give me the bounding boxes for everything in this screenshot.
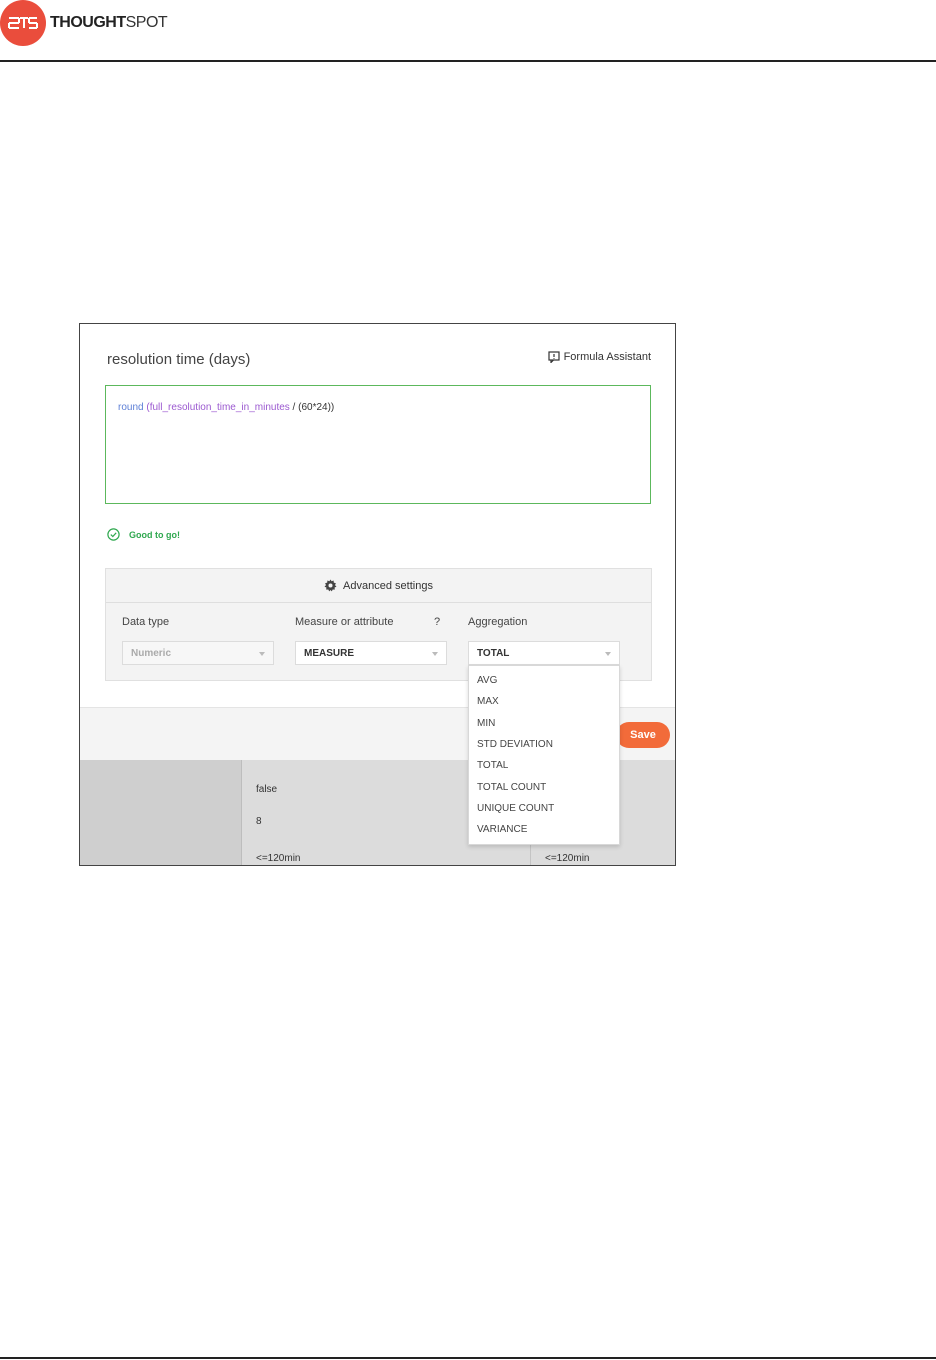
measure-help-icon[interactable]: ?	[434, 616, 440, 628]
logo-brand-bold: THOUGHT	[50, 14, 126, 31]
thoughtspot-logo: THOUGHTSPOT	[0, 0, 168, 46]
logo-mark-icon	[0, 0, 46, 46]
formula-column: full_resolution_time_in_minutes	[149, 402, 290, 413]
formula-assistant-label: Formula Assistant	[563, 351, 651, 363]
measure-attribute-select[interactable]: MEASURE	[295, 641, 447, 665]
measure-attribute-value: MEASURE	[304, 648, 355, 659]
formula-assistant-icon	[547, 351, 560, 363]
logo-wordmark: THOUGHTSPOT	[50, 14, 168, 32]
formula-rest: / (60*24))	[289, 402, 335, 413]
check-circle-icon	[107, 528, 120, 541]
aggregation-option[interactable]: TOTAL COUNT	[477, 782, 546, 793]
gear-icon	[324, 579, 337, 592]
table-cell: <=120min	[256, 853, 301, 864]
chevron-down-icon	[259, 652, 265, 656]
aggregation-option[interactable]: STD DEVIATION	[477, 739, 553, 750]
aggregation-option[interactable]: MAX	[477, 696, 499, 707]
header-rule	[0, 60, 936, 62]
table-cell: <=120min	[545, 853, 590, 864]
data-type-select[interactable]: Numeric	[122, 641, 274, 665]
logo-brand-light: SPOT	[125, 14, 168, 31]
save-button[interactable]: Save	[616, 722, 670, 748]
advanced-settings-toggle[interactable]: Advanced settings	[106, 569, 651, 603]
table-cell: 8	[256, 816, 262, 827]
chevron-down-icon	[432, 652, 438, 656]
chevron-down-icon	[605, 652, 611, 656]
aggregation-option[interactable]: VARIANCE	[477, 824, 527, 835]
aggregation-value: TOTAL	[477, 648, 510, 659]
aggregation-option[interactable]: AVG	[477, 675, 497, 686]
data-type-label: Data type	[122, 616, 170, 628]
table-cell: false	[256, 784, 278, 795]
validation-status-text: Good to go!	[129, 529, 180, 540]
measure-attribute-label: Measure or attribute	[295, 616, 394, 628]
data-type-value: Numeric	[131, 648, 172, 659]
footer-rule	[0, 1357, 936, 1359]
formula-editor-input[interactable]: round (full_resolution_time_in_minutes /…	[105, 385, 651, 504]
formula-text: round (full_resolution_time_in_minutes /…	[118, 402, 334, 413]
aggregation-option[interactable]: TOTAL	[477, 760, 508, 771]
aggregation-label: Aggregation	[468, 616, 528, 628]
advanced-settings-label: Advanced settings	[343, 579, 433, 592]
formula-editor-screenshot: false 8 <=120min <=120min resolution tim…	[79, 323, 676, 866]
aggregation-option[interactable]: UNIQUE COUNT	[477, 803, 554, 814]
formula-function: round	[118, 402, 144, 413]
aggregation-option[interactable]: MIN	[477, 718, 495, 729]
aggregation-select[interactable]: TOTAL	[468, 641, 620, 665]
validation-status: Good to go!	[107, 528, 180, 541]
formula-assistant-button[interactable]: Formula Assistant	[547, 351, 651, 363]
aggregation-dropdown-menu: AVG MAX MIN STD DEVIATION TOTAL TOTAL CO…	[468, 665, 620, 845]
formula-title[interactable]: resolution time (days)	[107, 351, 250, 368]
